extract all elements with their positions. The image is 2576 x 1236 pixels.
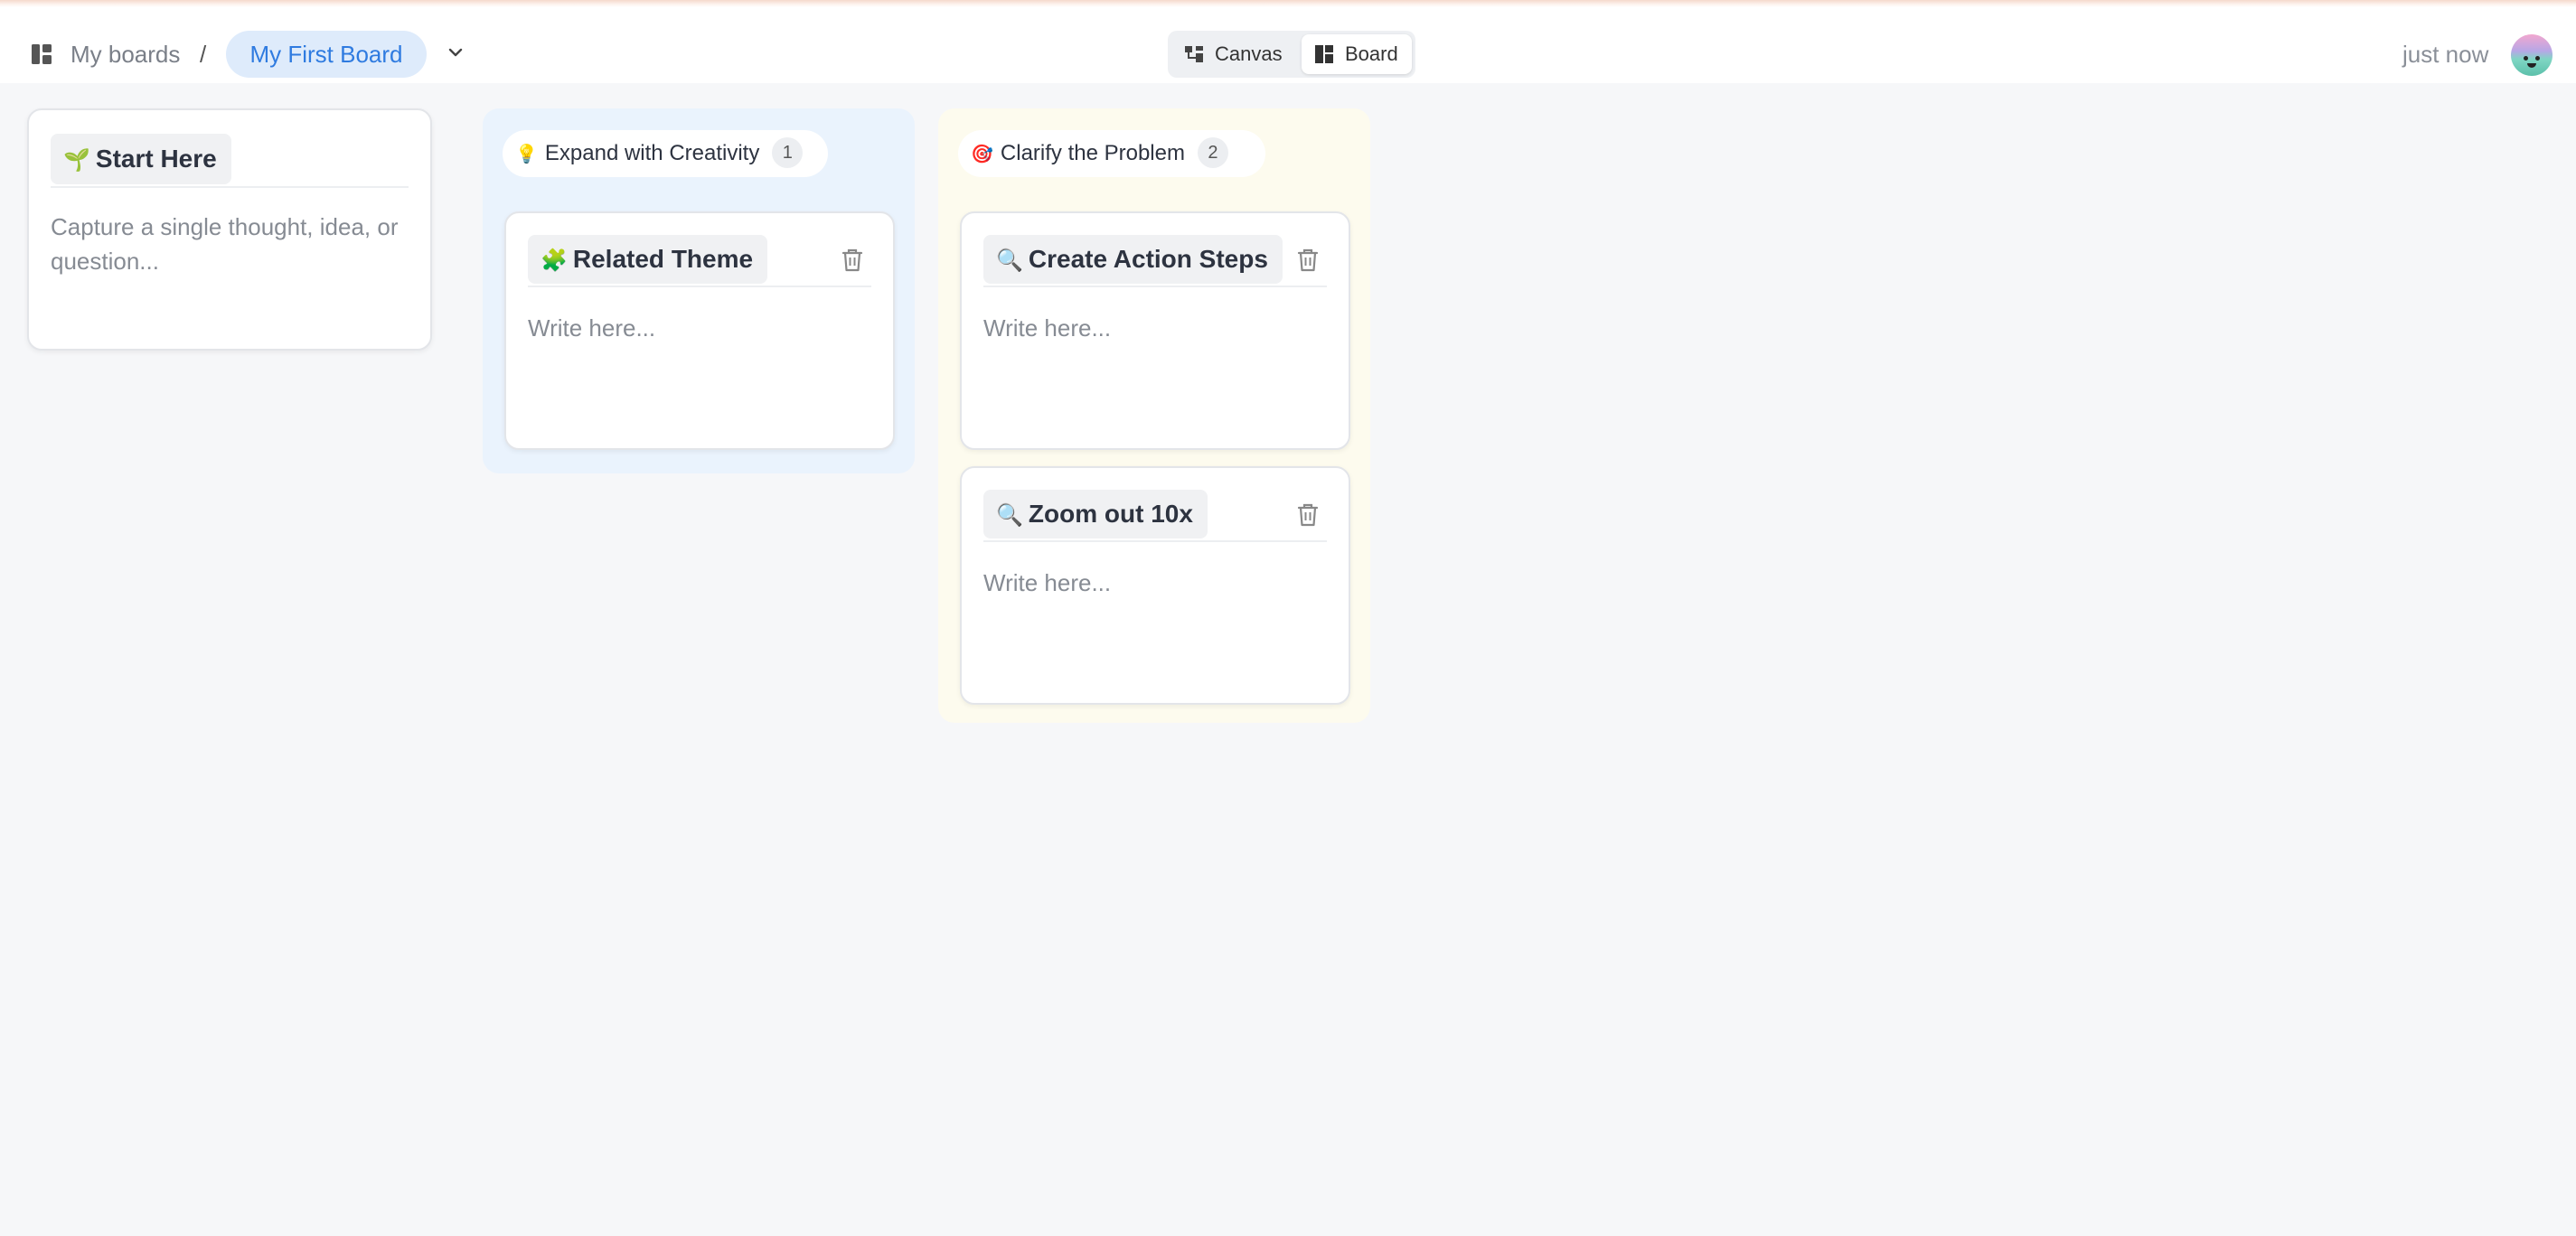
last-saved-status: just now <box>2402 41 2489 68</box>
card-title[interactable]: 🔍 Create Action Steps <box>983 235 1283 284</box>
chevron-down-icon[interactable] <box>445 42 466 63</box>
column-header[interactable]: 🎯 Clarify the Problem 2 <box>958 130 1265 177</box>
card-title-text: Related Theme <box>572 245 754 273</box>
card-body[interactable]: Write here... <box>528 311 871 345</box>
canvas-view-label: Canvas <box>1215 42 1283 65</box>
card-count-badge: 2 <box>1197 136 1228 168</box>
card-create-action-steps[interactable]: 🔍 Create Action Steps Write here... <box>960 211 1350 450</box>
card-body[interactable]: Write here... <box>983 311 1327 345</box>
lightbulb-icon: 💡 <box>515 145 538 164</box>
card-title[interactable]: 🌱 Start Here <box>51 134 231 184</box>
board-view-button[interactable]: Board <box>1302 34 1412 74</box>
card-divider <box>51 186 409 188</box>
trash-icon[interactable] <box>841 248 864 273</box>
card-title-text: Zoom out 10x <box>1028 500 1193 528</box>
magnifier-icon: 🔍 <box>996 248 1023 273</box>
breadcrumb-separator: / <box>200 41 207 68</box>
avatar[interactable] <box>2511 34 2552 76</box>
board-view-label: Board <box>1345 42 1398 65</box>
card-zoom-out-10x[interactable]: 🔍 Zoom out 10x Write here... <box>960 466 1350 705</box>
card-count-badge: 1 <box>772 136 804 168</box>
top-accent-bar <box>0 0 2576 7</box>
avatar-eye-left <box>2524 56 2528 61</box>
card-body[interactable]: Capture a single thought, idea, or quest… <box>51 210 409 278</box>
card-title-text: Start Here <box>95 145 217 173</box>
card-body[interactable]: Write here... <box>983 566 1327 600</box>
magnifier-icon: 🔍 <box>996 503 1023 528</box>
board-icon <box>1315 45 1333 63</box>
avatar-mouth <box>2527 63 2536 68</box>
card-title[interactable]: 🧩 Related Theme <box>528 235 768 284</box>
canvas-icon <box>1185 46 1203 62</box>
breadcrumb-my-boards[interactable]: My boards <box>71 40 180 69</box>
card-title[interactable]: 🔍 Zoom out 10x <box>983 490 1208 538</box>
view-toggle: Canvas Board <box>1168 31 1415 78</box>
puzzle-icon: 🧩 <box>541 248 568 273</box>
board-name-button[interactable]: My First Board <box>226 31 427 78</box>
start-card[interactable]: 🌱 Start Here Capture a single thought, id… <box>27 108 432 351</box>
trash-icon[interactable] <box>1296 248 1320 273</box>
column-header[interactable]: 💡 Expand with Creativity 1 <box>503 130 828 177</box>
card-divider <box>983 286 1327 287</box>
avatar-eye-right <box>2535 56 2540 61</box>
trash-icon[interactable] <box>1296 502 1320 528</box>
card-title-text: Create Action Steps <box>1028 245 1268 273</box>
column-title: Clarify the Problem <box>1000 141 1185 165</box>
top-bar: My boards / My First Board Canvas Board … <box>0 7 2576 83</box>
card-divider <box>528 286 871 287</box>
column-title: Expand with Creativity <box>544 141 760 165</box>
card-related-theme[interactable]: 🧩 Related Theme Write here... <box>504 211 895 450</box>
card-divider <box>983 540 1327 542</box>
seedling-icon: 🌱 <box>63 148 90 173</box>
target-icon: 🎯 <box>971 145 993 164</box>
boards-icon[interactable] <box>31 43 52 65</box>
canvas-view-button[interactable]: Canvas <box>1171 34 1298 74</box>
